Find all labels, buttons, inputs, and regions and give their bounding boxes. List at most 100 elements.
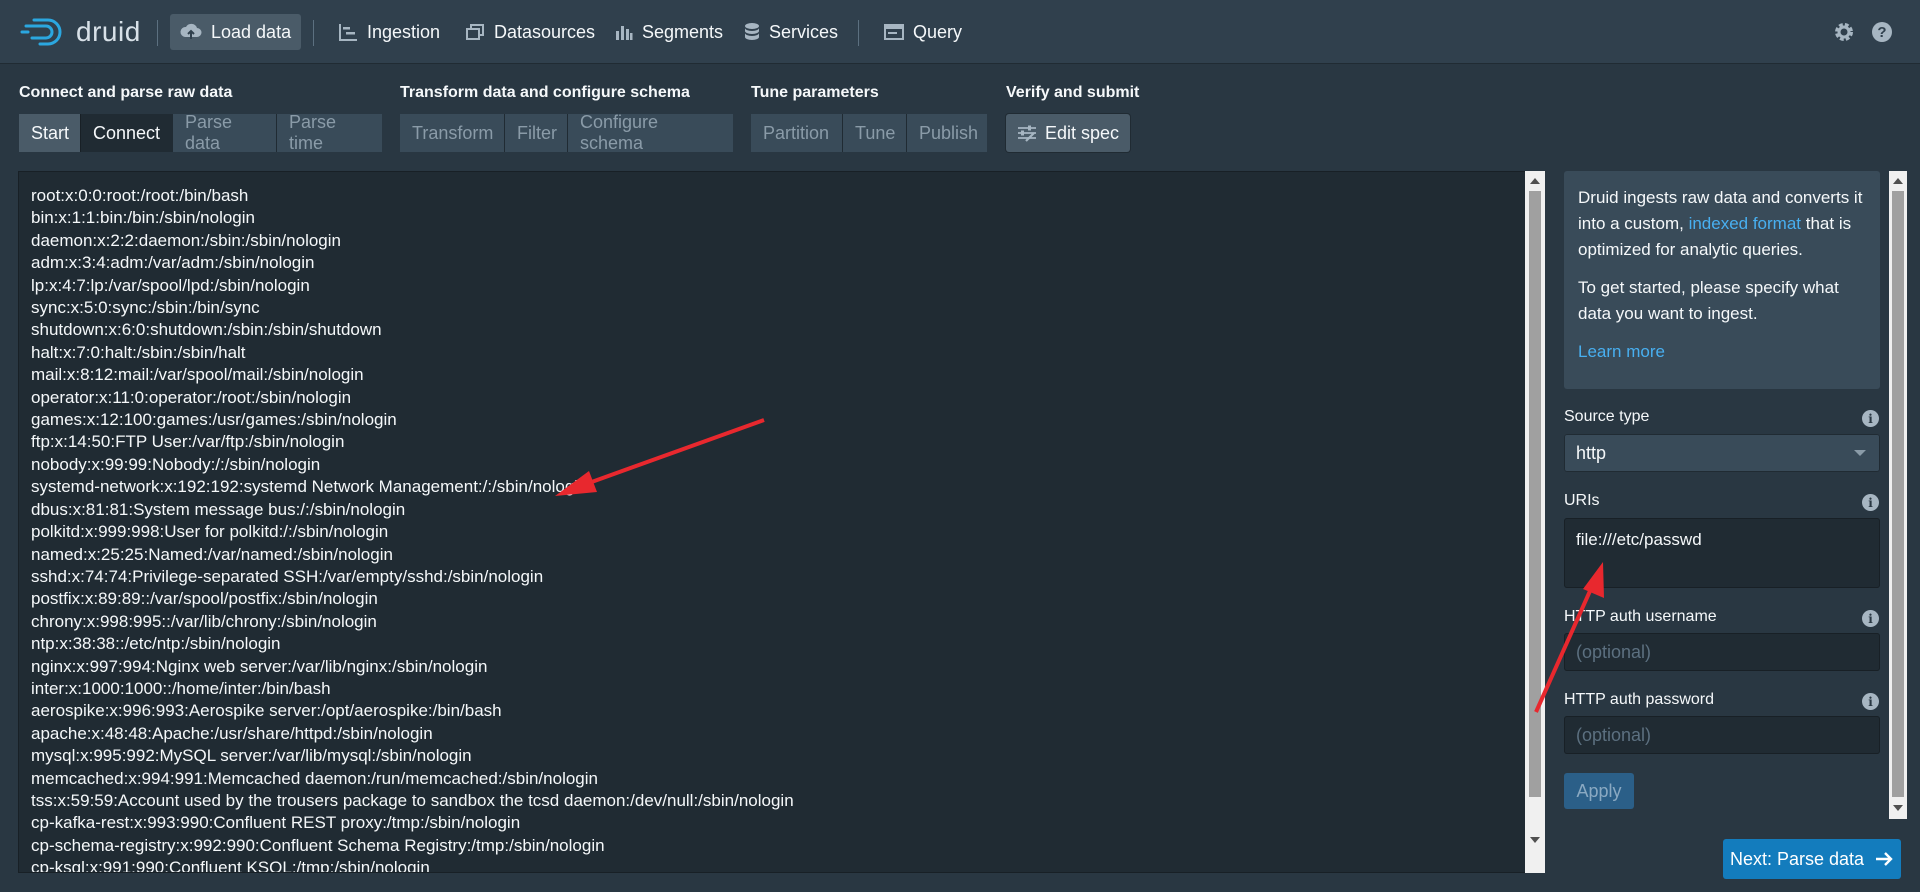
gear-icon[interactable]	[1832, 20, 1856, 44]
raw-data-line: nobody:x:99:99:Nobody:/:/sbin/nologin	[31, 454, 321, 474]
raw-data-line: memcached:x:994:991:Memcached daemon:/ru…	[31, 768, 598, 788]
ingestion-label: Ingestion	[367, 21, 441, 42]
learn-more-link[interactable]: Learn more	[1578, 342, 1665, 361]
http-auth-username-input[interactable]: (optional)	[1564, 633, 1880, 671]
raw-data-line: root:x:0:0:root:/root:/bin/bash	[31, 186, 249, 205]
database-icon	[745, 23, 759, 40]
raw-data-line: cp-schema-registry:x:992:990:Confluent S…	[31, 835, 605, 855]
raw-data-line: lp:x:4:7:lp:/var/spool/lpd:/sbin/nologin	[31, 275, 310, 295]
raw-data-line: aerospike:x:996:993:Aerospike server:/op…	[31, 701, 502, 721]
step-connect[interactable]: Connect	[80, 114, 172, 152]
datasources-label: Datasources	[494, 21, 596, 42]
raw-data-line: ntp:x:38:38::/etc/ntp:/sbin/nologin	[31, 634, 281, 654]
info-icon[interactable]: i	[1862, 610, 1879, 627]
step-transform[interactable]: Transform	[400, 114, 504, 152]
nav-divider	[157, 20, 158, 46]
source-type-value: http	[1576, 442, 1607, 463]
edit-spec-button[interactable]: Edit spec	[1006, 114, 1130, 152]
chevron-down-icon	[1854, 450, 1866, 456]
http-auth-password-input[interactable]: (optional)	[1564, 716, 1880, 754]
source-type-label: Source type	[1564, 408, 1650, 425]
stacked-chart-icon	[616, 26, 633, 40]
scrollbar-thumb[interactable]	[1892, 191, 1904, 797]
gantt-chart-icon	[339, 24, 357, 41]
raw-data-line: polkitd:x:999:998:User for polkitd:/:/sb…	[31, 522, 389, 542]
step-group-title-connect: Connect and parse raw data	[19, 84, 233, 101]
next-parse-data-button[interactable]: Next: Parse data	[1723, 839, 1901, 879]
step-publish[interactable]: Publish	[906, 114, 987, 152]
raw-data-line: named:x:25:25:Named:/var/named:/sbin/nol…	[31, 544, 393, 564]
edit-spec-label: Edit spec	[1044, 122, 1120, 143]
info-icon[interactable]: i	[1862, 693, 1879, 710]
arrow-right-icon	[1876, 852, 1893, 866]
scroll-up-icon[interactable]	[1530, 178, 1540, 184]
raw-data-scrollbar[interactable]	[1525, 171, 1545, 873]
form-scrollbar[interactable]	[1889, 171, 1907, 819]
raw-data-line: cp-ksql:x:991:990:Confluent KSQL:/tmp:/s…	[31, 858, 430, 873]
logo-text: druid	[76, 16, 141, 47]
segments-label: Segments	[642, 21, 724, 42]
services-button[interactable]: Services	[734, 14, 848, 50]
raw-data-lines: root:x:0:0:root:/root:/bin/bash bin:x:1:1…	[31, 185, 794, 873]
query-button[interactable]: Query	[874, 14, 972, 50]
uris-textarea[interactable]: file:///etc/passwd	[1564, 518, 1880, 588]
info-icon[interactable]: i	[1862, 494, 1879, 511]
druid-logo[interactable]: druid	[20, 14, 141, 50]
raw-data-line: inter:x:1000:1000::/home/inter:/bin/bash	[31, 678, 331, 698]
step-start[interactable]: Start	[19, 114, 80, 152]
raw-data-line: bin:x:1:1:bin:/bin:/sbin/nologin	[31, 208, 255, 228]
next-button-label: Next: Parse data	[1729, 848, 1865, 869]
raw-data-line: shutdown:x:6:0:shutdown:/sbin:/sbin/shut…	[31, 320, 382, 340]
raw-data-line: apache:x:48:48:Apache:/usr/share/httpd:/…	[31, 723, 433, 743]
cloud-upload-icon	[180, 23, 202, 39]
step-configure-schema[interactable]: Configure schema	[567, 112, 733, 153]
raw-data-line: operator:x:11:0:operator:/root:/sbin/nol…	[31, 387, 352, 407]
svg-text:?: ?	[1877, 24, 1886, 41]
raw-data-line: chrony:x:998:995::/var/lib/chrony:/sbin/…	[31, 611, 377, 631]
info-icon[interactable]: i	[1862, 410, 1879, 427]
nav-divider	[858, 20, 859, 46]
raw-data-line: games:x:12:100:games:/usr/games:/sbin/no…	[31, 410, 397, 430]
nav-divider	[313, 20, 314, 46]
datasources-button[interactable]: Datasources	[455, 14, 605, 50]
raw-data-line: postfix:x:89:89::/var/spool/postfix:/sbi…	[31, 589, 378, 609]
raw-data-line: tss:x:59:59:Account used by the trousers…	[31, 790, 794, 810]
indexed-format-link[interactable]: indexed format	[1689, 214, 1801, 233]
raw-data-line: adm:x:3:4:adm:/var/adm:/sbin/nologin	[31, 253, 315, 273]
raw-data-line: dbus:x:81:81:System message bus:/:/sbin/…	[31, 499, 406, 519]
step-filter[interactable]: Filter	[504, 114, 567, 152]
http-auth-username-label: HTTP auth username	[1564, 608, 1717, 625]
segments-button[interactable]: Segments	[605, 14, 733, 50]
settings-sliders-icon	[1017, 125, 1036, 142]
step-parse-time[interactable]: Parse time	[276, 112, 382, 153]
services-label: Services	[769, 21, 839, 42]
scroll-up-icon[interactable]	[1893, 178, 1903, 184]
scroll-down-icon[interactable]	[1893, 805, 1903, 811]
step-group-title-verify: Verify and submit	[1006, 84, 1140, 101]
raw-data-line: ftp:x:14:50:FTP User:/var/ftp:/sbin/nolo…	[31, 432, 345, 452]
raw-data-panel[interactable]: root:x:0:0:root:/root:/bin/bash bin:x:1:1…	[18, 171, 1545, 873]
load-data-label: Load data	[211, 21, 292, 42]
raw-data-line: daemon:x:2:2:daemon:/sbin:/sbin/nologin	[31, 230, 341, 250]
step-partition[interactable]: Partition	[751, 114, 842, 152]
load-data-button[interactable]: Load data	[170, 14, 302, 50]
scroll-down-icon[interactable]	[1530, 837, 1540, 843]
step-parse-data[interactable]: Parse data	[172, 112, 276, 153]
raw-data-line: nginx:x:997:994:Nginx web server:/var/li…	[31, 656, 488, 676]
source-type-select[interactable]: http	[1564, 434, 1880, 472]
help-icon[interactable]: ?	[1870, 20, 1894, 44]
raw-data-line: halt:x:7:0:halt:/sbin:/sbin/halt	[31, 342, 246, 362]
query-label: Query	[913, 21, 963, 42]
raw-data-line: sync:x:5:0:sync:/sbin:/bin/sync	[31, 298, 260, 318]
ingestion-button[interactable]: Ingestion	[328, 14, 450, 50]
multi-select-icon	[466, 24, 484, 40]
step-group-title-tune: Tune parameters	[751, 84, 879, 101]
step-group-title-transform: Transform data and configure schema	[400, 84, 690, 101]
info-paragraph-1: Druid ingests raw data and converts it i…	[1578, 185, 1866, 263]
raw-data-line: systemd-network:x:192:192:systemd Networ…	[31, 477, 588, 497]
scrollbar-thumb[interactable]	[1529, 191, 1541, 797]
step-tune[interactable]: Tune	[842, 114, 906, 152]
top-navbar: druid Load data Ingestion Datasources Se…	[0, 0, 1920, 64]
info-callout: Druid ingests raw data and converts it i…	[1564, 171, 1880, 389]
apply-button[interactable]: Apply	[1564, 773, 1634, 809]
